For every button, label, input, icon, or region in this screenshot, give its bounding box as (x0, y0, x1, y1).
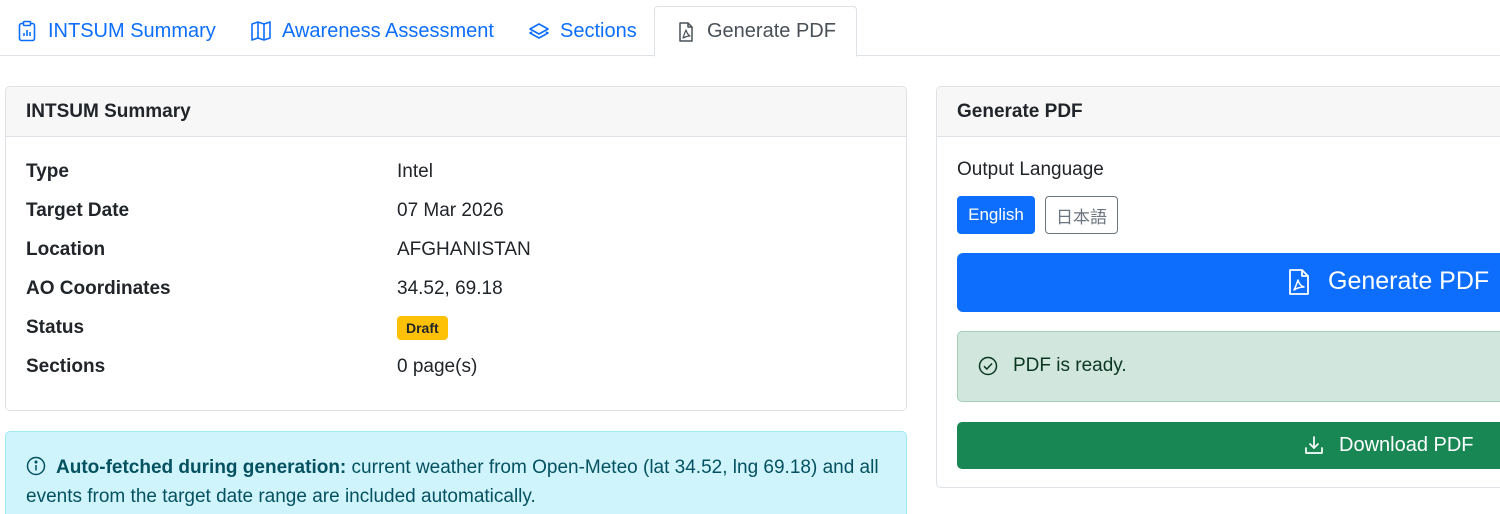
info-alert-bold: Auto-fetched during generation: (56, 457, 347, 478)
file-pdf-icon (1288, 268, 1310, 296)
status-badge: Draft (397, 316, 448, 340)
download-pdf-button[interactable]: Download PDF (957, 422, 1500, 469)
tab-awareness-assessment[interactable]: Awareness Assessment (250, 6, 494, 56)
row-value: 0 page(s) (397, 356, 478, 377)
check-circle-icon (978, 356, 998, 376)
language-japanese-button[interactable]: 日本語 (1045, 196, 1118, 234)
file-pdf-icon (675, 21, 697, 43)
row-value: Draft (397, 316, 448, 340)
row-value: AFGHANISTAN (397, 239, 531, 260)
row-label: Sections (26, 356, 106, 377)
language-english-button[interactable]: English (957, 196, 1035, 234)
map-icon (250, 20, 272, 42)
generate-button-label: Generate PDF (1328, 267, 1490, 295)
row-label: Status (26, 317, 85, 338)
auto-fetch-info-alert: Auto-fetched during generation: current … (5, 431, 907, 514)
output-language-label: Output Language (957, 159, 1104, 180)
row-value: Intel (397, 161, 433, 182)
card-title: INTSUM Summary (6, 87, 906, 137)
info-circle-icon (26, 456, 46, 476)
row-value: 07 Mar 2026 (397, 200, 504, 221)
pdf-ready-text: PDF is ready. (1013, 355, 1127, 376)
tab-sections[interactable]: Sections (528, 6, 637, 56)
row-label: Location (26, 239, 106, 260)
tab-label: Generate PDF (707, 20, 836, 42)
tab-label: INTSUM Summary (48, 19, 216, 42)
card-title: Generate PDF (937, 87, 1500, 137)
row-value: 34.52, 69.18 (397, 278, 503, 299)
generate-pdf-card: Generate PDF Output Language English 日本語… (936, 86, 1500, 488)
row-label: AO Coordinates (26, 278, 171, 299)
download-icon (1304, 435, 1324, 455)
clipboard-chart-icon (16, 20, 38, 42)
intsum-summary-card: INTSUM Summary Type Intel Target Date 07… (5, 86, 907, 411)
row-label: Type (26, 161, 69, 182)
download-button-label: Download PDF (1339, 434, 1474, 456)
pdf-ready-alert: PDF is ready. (957, 331, 1500, 402)
tab-generate-pdf[interactable]: Generate PDF (654, 6, 857, 57)
tab-intsum-summary[interactable]: INTSUM Summary (16, 6, 216, 56)
generate-pdf-button[interactable]: Generate PDF (957, 253, 1500, 312)
tab-label: Awareness Assessment (282, 19, 494, 42)
tab-bar: INTSUM Summary Awareness Assessment Sect… (0, 0, 1500, 57)
layers-icon (528, 20, 550, 42)
tab-label: Sections (560, 19, 637, 42)
row-label: Target Date (26, 200, 130, 221)
